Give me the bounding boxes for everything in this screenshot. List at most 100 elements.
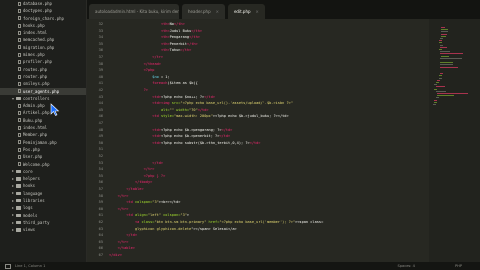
sidebar-item-label: mimes.php <box>23 52 45 58</box>
sidebar-file[interactable]: foreign_chars.php <box>0 15 86 22</box>
sidebar-folder[interactable]: core <box>0 168 86 175</box>
code-token: <th> <box>160 48 170 53</box>
sidebar-item-label: profiler.php <box>23 59 52 65</box>
code-line[interactable]: <td><?php echo substr($b->thn_terbit,0,4… <box>109 140 260 147</box>
sidebar-folder[interactable]: helpers <box>0 175 86 182</box>
sidebar-folder[interactable]: controllers <box>0 95 86 102</box>
sidebar-file[interactable]: Buku.php <box>0 117 86 124</box>
sidebar-file[interactable]: routes.php <box>0 66 86 73</box>
minimap-line <box>435 90 446 92</box>
tab-label: header.php <box>188 9 211 14</box>
sidebar-file[interactable]: hooks.php <box>0 22 86 29</box>
sidebar-file[interactable]: User.php <box>0 153 86 160</box>
sidebar-file[interactable]: index.html <box>0 124 86 131</box>
code-token: <?php } ?> <box>143 173 166 178</box>
chevron-right-icon[interactable] <box>12 199 14 202</box>
file-icon <box>18 67 21 72</box>
code-editor[interactable]: 32 <th>No</th> 33 <th>Judul Buku</th> 34 <… <box>87 19 429 262</box>
sidebar-folder[interactable]: logs <box>0 204 86 211</box>
chevron-right-icon[interactable] <box>12 177 14 180</box>
minimap-line <box>441 35 447 37</box>
sidebar-folder[interactable]: third_party <box>0 219 86 226</box>
close-icon[interactable]: × <box>256 4 259 19</box>
sidebar-file[interactable]: router.php <box>0 73 86 80</box>
sidebar-item-label: Member.php <box>23 132 48 138</box>
chevron-right-icon[interactable] <box>12 192 14 195</box>
code-token: <img <box>160 101 172 106</box>
chevron-right-icon[interactable] <box>12 185 14 188</box>
sidebar-item-label: foreign_chars.php <box>23 15 64 21</box>
code-token: </th> <box>180 48 192 53</box>
panel-icon[interactable] <box>5 263 11 269</box>
sidebar-file[interactable]: Admin.php <box>0 102 86 109</box>
sidebar-file[interactable]: database.php <box>0 0 86 7</box>
chevron-right-icon[interactable] <box>12 170 14 173</box>
code-token: </th> <box>173 22 185 26</box>
file-icon <box>18 52 21 57</box>
sidebar-file[interactable]: user_agents.php <box>0 87 86 95</box>
editor-tab[interactable]: header.php × <box>182 4 225 19</box>
sidebar-file[interactable]: Member.php <box>0 131 86 138</box>
close-icon[interactable]: × <box>216 4 219 19</box>
sidebar-folder[interactable]: models <box>0 212 86 219</box>
code-token: <td <box>126 213 135 218</box>
sidebar-item-label: logs <box>23 205 33 211</box>
sidebar-file[interactable]: migration.php <box>0 44 86 51</box>
code-token: <?php <box>143 68 155 73</box>
sidebar-file[interactable]: mimes.php <box>0 51 86 58</box>
sidebar-folder[interactable]: language <box>0 190 86 197</box>
minimap-line <box>433 104 436 105</box>
chevron-down-icon[interactable] <box>12 97 14 100</box>
chevron-right-icon[interactable] <box>12 228 14 231</box>
minimap-line <box>440 38 443 39</box>
minimap-line <box>438 77 443 79</box>
code-token: <td <box>152 114 161 119</box>
sidebar-folder[interactable]: hooks <box>0 182 86 189</box>
code-token: foreach <box>152 81 168 86</box>
folder-icon <box>16 220 21 225</box>
sidebar-file[interactable]: Welcome.php <box>0 161 86 168</box>
syntax-mode[interactable]: PHP <box>455 262 462 270</box>
sidebar-file[interactable]: doctypes.php <box>0 7 86 14</box>
sidebar-file[interactable]: index.html <box>0 29 86 36</box>
code-token: align= <box>134 213 148 218</box>
minimap-line <box>440 51 451 53</box>
chevron-right-icon[interactable] <box>12 214 14 217</box>
sidebar-file[interactable]: smileys.php <box>0 80 86 87</box>
minimap-line <box>441 31 448 33</box>
editor-tab[interactable]: edit.php × <box>227 4 265 19</box>
indentation-setting[interactable]: Spaces: 4 <box>397 262 414 270</box>
chevron-right-icon[interactable] <box>12 206 14 209</box>
minimap-line <box>434 88 438 90</box>
sidebar-item-label: Pos.php <box>23 146 40 152</box>
minimap[interactable] <box>429 19 480 262</box>
folder-icon <box>16 191 21 196</box>
sidebar-file[interactable]: memcached.php <box>0 36 86 43</box>
sidebar-file[interactable]: Peminjaman.php <box>0 139 86 146</box>
folder-icon <box>16 177 21 181</box>
code-line[interactable]: </div> <box>109 252 122 259</box>
file-icon <box>18 125 21 130</box>
file-icon <box>18 23 21 28</box>
sidebar-file[interactable]: Artikel.php <box>0 109 86 116</box>
file-icon <box>18 103 21 108</box>
code-line[interactable]: <td style="max-width: 200px"><?php echo … <box>109 113 288 120</box>
code-token: </thead> <box>143 61 161 66</box>
sidebar-file[interactable]: profiler.php <box>0 58 86 65</box>
editor-tab[interactable]: autoloadadmin.html - Kita buku, kirim de… <box>89 4 179 19</box>
chevron-right-icon[interactable] <box>12 221 14 224</box>
sidebar-file[interactable]: Pos.php <box>0 146 86 153</box>
sidebar-item-label: hooks <box>23 183 36 189</box>
code-token: class= <box>141 220 155 224</box>
sidebar-folder[interactable]: views <box>0 226 86 233</box>
sidebar-folder[interactable]: libraries <box>0 197 86 204</box>
